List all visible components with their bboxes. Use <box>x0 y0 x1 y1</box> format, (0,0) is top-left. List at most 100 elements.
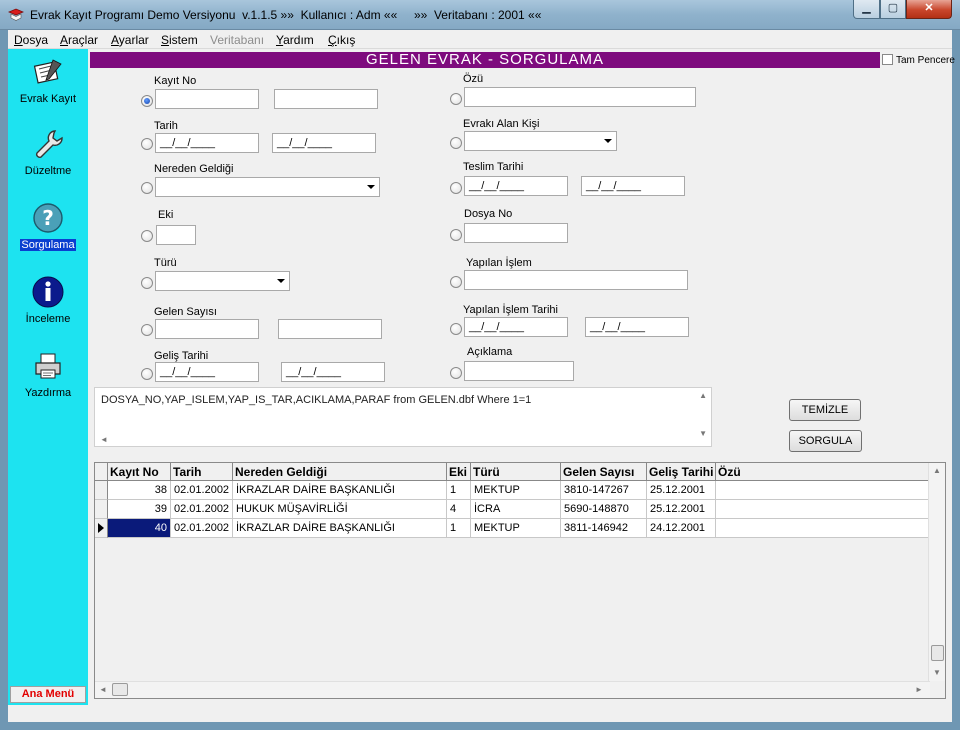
scroll-thumb[interactable] <box>931 645 944 661</box>
cell-nereden[interactable]: İKRAZLAR DAİRE BAŞKANLIĞI <box>233 481 447 500</box>
col-nereden-geldigi[interactable]: Nereden Geldiği <box>233 463 447 481</box>
cell-turu[interactable]: İCRA <box>471 500 561 519</box>
kayit-no-to-input[interactable] <box>274 89 378 109</box>
sql-query-memo[interactable]: DOSYA_NO,YAP_ISLEM,YAP_IS_TAR,ACIKLAMA,P… <box>94 387 712 447</box>
sidebar-item-sorgulama[interactable]: ? Sorgulama <box>8 201 88 251</box>
kayit-no-from-input[interactable] <box>155 89 259 109</box>
teslim-tarihi-from-input[interactable]: __/__/____ <box>464 176 568 196</box>
row-indicator[interactable] <box>95 481 108 500</box>
teslim-tarihi-radio[interactable] <box>450 182 462 194</box>
maximize-button[interactable]: ▢ <box>880 0 906 19</box>
sidebar-item-inceleme[interactable]: İnceleme <box>8 275 88 325</box>
cell-turu[interactable]: MEKTUP <box>471 481 561 500</box>
nereden-geldigi-radio[interactable] <box>141 182 153 194</box>
teslim-tarihi-to-input[interactable]: __/__/____ <box>581 176 685 196</box>
temizle-button[interactable]: TEMİZLE <box>789 399 861 421</box>
gelen-sayisi-radio[interactable] <box>141 324 153 336</box>
sidebar-item-yazdirma[interactable]: Yazdırma <box>8 349 88 399</box>
scroll-up-icon[interactable]: ▲ <box>933 466 941 475</box>
results-grid[interactable]: Kayıt No Tarih Nereden Geldiği Eki Türü … <box>94 462 946 699</box>
dosya-no-radio[interactable] <box>450 229 462 241</box>
yapilan-islem-tarihi-radio[interactable] <box>450 323 462 335</box>
dosya-no-input[interactable] <box>464 223 568 243</box>
cell-gelis-tarihi[interactable]: 25.12.2001 <box>647 500 716 519</box>
cell-nereden[interactable]: İKRAZLAR DAİRE BAŞKANLIĞI <box>233 519 447 538</box>
yapilan-islem-radio[interactable] <box>450 276 462 288</box>
cell-eki[interactable]: 1 <box>447 481 471 500</box>
cell-eki[interactable]: 1 <box>447 519 471 538</box>
evraki-alan-kisi-select[interactable] <box>464 131 617 151</box>
cell-nereden[interactable]: HUKUK MÜŞAVİRLİĞİ <box>233 500 447 519</box>
cell-kayit-no[interactable]: 40 <box>108 519 171 538</box>
close-button[interactable]: ✕ <box>906 0 952 19</box>
cell-tarih[interactable]: 02.01.2002 <box>171 519 233 538</box>
scroll-left-icon[interactable]: ◄ <box>99 685 107 694</box>
scroll-down-icon[interactable]: ▼ <box>699 429 707 438</box>
scroll-up-icon[interactable]: ▲ <box>699 391 707 400</box>
yapilan-islem-tarihi-to-input[interactable]: __/__/____ <box>585 317 689 337</box>
turu-select[interactable] <box>155 271 290 291</box>
cell-kayit-no[interactable]: 38 <box>108 481 171 500</box>
grid-horizontal-scrollbar[interactable]: ◄ ► <box>95 681 930 698</box>
table-row[interactable]: 38 02.01.2002 İKRAZLAR DAİRE BAŞKANLIĞI … <box>95 481 929 500</box>
cell-ozu[interactable] <box>716 500 929 519</box>
menu-cikis[interactable]: Çıkış <box>328 33 355 47</box>
cell-tarih[interactable]: 02.01.2002 <box>171 500 233 519</box>
table-row[interactable]: 40 02.01.2002 İKRAZLAR DAİRE BAŞKANLIĞI … <box>95 519 929 538</box>
turu-radio[interactable] <box>141 277 153 289</box>
ozu-input[interactable] <box>464 87 696 107</box>
aciklama-input[interactable] <box>464 361 574 381</box>
col-turu[interactable]: Türü <box>471 463 561 481</box>
menu-araclar[interactable]: Araçlar <box>60 33 98 47</box>
col-kayit-no[interactable]: Kayıt No <box>108 463 171 481</box>
sidebar-item-duzeltme[interactable]: Düzeltme <box>8 127 88 177</box>
eki-radio[interactable] <box>141 230 153 242</box>
col-eki[interactable]: Eki <box>447 463 471 481</box>
col-ozu[interactable]: Özü <box>716 463 929 481</box>
ana-menu-button[interactable]: Ana Menü <box>10 686 86 703</box>
nereden-geldigi-select[interactable] <box>155 177 380 197</box>
grid-vertical-scrollbar[interactable]: ▲ ▼ <box>928 463 945 681</box>
kayit-no-radio[interactable] <box>141 95 153 107</box>
menu-yardim[interactable]: Yardım <box>276 33 314 47</box>
cell-eki[interactable]: 4 <box>447 500 471 519</box>
gelen-sayisi-from-input[interactable] <box>155 319 259 339</box>
gelis-tarihi-radio[interactable] <box>141 368 153 380</box>
cell-kayit-no[interactable]: 39 <box>108 500 171 519</box>
minimize-button[interactable]: ▁ <box>853 0 880 19</box>
scroll-left-icon[interactable]: ◄ <box>100 435 108 444</box>
yapilan-islem-tarihi-from-input[interactable]: __/__/____ <box>464 317 568 337</box>
menu-sistem[interactable]: Sistem <box>161 33 198 47</box>
evraki-alan-kisi-radio[interactable] <box>450 137 462 149</box>
cell-gelis-tarihi[interactable]: 24.12.2001 <box>647 519 716 538</box>
menu-dosya[interactable]: Dosya <box>14 33 48 47</box>
col-gelis-tarihi[interactable]: Geliş Tarihi <box>647 463 716 481</box>
gelis-tarihi-from-input[interactable]: __/__/____ <box>155 362 259 382</box>
yapilan-islem-input[interactable] <box>464 270 688 290</box>
gelen-sayisi-to-input[interactable] <box>278 319 382 339</box>
checkbox-box[interactable] <box>882 54 893 65</box>
cell-ozu[interactable] <box>716 481 929 500</box>
tarih-radio[interactable] <box>141 138 153 150</box>
ozu-radio[interactable] <box>450 93 462 105</box>
cell-tarih[interactable]: 02.01.2002 <box>171 481 233 500</box>
tarih-from-input[interactable]: __/__/____ <box>155 133 259 153</box>
tarih-to-input[interactable]: __/__/____ <box>272 133 376 153</box>
eki-input[interactable] <box>156 225 196 245</box>
cell-gelen-sayisi[interactable]: 3811-146942 <box>561 519 647 538</box>
title-bar[interactable]: Evrak Kayıt Programı Demo Versiyonu v.1.… <box>0 0 960 30</box>
scroll-down-icon[interactable]: ▼ <box>933 668 941 677</box>
cell-gelis-tarihi[interactable]: 25.12.2001 <box>647 481 716 500</box>
col-gelen-sayisi[interactable]: Gelen Sayısı <box>561 463 647 481</box>
cell-turu[interactable]: MEKTUP <box>471 519 561 538</box>
menu-veritabani[interactable]: Veritabanı <box>210 33 264 47</box>
scroll-right-icon[interactable]: ► <box>915 685 923 694</box>
sorgula-button[interactable]: SORGULA <box>789 430 862 452</box>
row-indicator[interactable] <box>95 519 108 538</box>
scroll-thumb[interactable] <box>112 683 128 696</box>
sidebar-item-evrak-kayit[interactable]: Evrak Kayıt <box>8 55 88 105</box>
col-tarih[interactable]: Tarih <box>171 463 233 481</box>
table-row[interactable]: 39 02.01.2002 HUKUK MÜŞAVİRLİĞİ 4 İCRA 5… <box>95 500 929 519</box>
row-indicator[interactable] <box>95 500 108 519</box>
aciklama-radio[interactable] <box>450 367 462 379</box>
